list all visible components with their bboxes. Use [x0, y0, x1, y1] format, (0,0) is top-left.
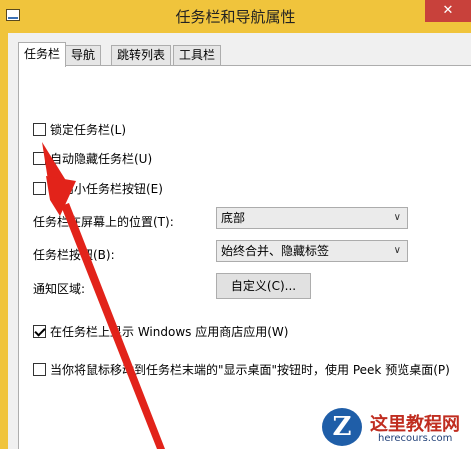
taskbar-position-value: 底部	[221, 211, 246, 225]
tab-toolbars[interactable]: 工具栏	[173, 45, 222, 66]
title-bar[interactable]: 任务栏和导航属性 ✕	[0, 0, 471, 33]
taskbar-position-label: 任务栏在屏幕上的位置(T):	[33, 215, 174, 229]
store-apps-label: 在任务栏上显示 Windows 应用商店应用(W)	[50, 325, 289, 339]
autohide-taskbar-checkbox[interactable]	[33, 152, 46, 165]
tab-navigation[interactable]: 导航	[65, 45, 102, 66]
taskbar-buttons-select[interactable]: 始终合并、隐藏标签 ∨	[216, 240, 408, 262]
store-apps-checkbox[interactable]	[33, 325, 46, 338]
tab-jumplists[interactable]: 跳转列表	[111, 45, 172, 66]
lock-taskbar-checkbox[interactable]	[33, 123, 46, 136]
chevron-down-icon: ∨	[393, 245, 401, 256]
taskbar-position-select[interactable]: 底部 ∨	[216, 207, 408, 229]
autohide-taskbar-label: 自动隐藏任务栏(U)	[50, 152, 153, 166]
chevron-down-icon: ∨	[393, 212, 401, 223]
taskbar-buttons-label: 任务栏按钮(B):	[33, 248, 115, 262]
close-button[interactable]: ✕	[425, 0, 471, 22]
tab-taskbar[interactable]: 任务栏	[18, 42, 67, 67]
peek-label: 当你将鼠标移动到任务栏末端的"显示桌面"按钮时，使用 Peek 预览桌面(P)	[50, 363, 450, 377]
taskbar-buttons-value: 始终合并、隐藏标签	[221, 244, 330, 258]
window-title: 任务栏和导航属性	[175, 8, 296, 26]
watermark: Z 这里教程网 herecours.com	[322, 408, 471, 449]
small-buttons-label: 使用小任务栏按钮(E)	[50, 182, 163, 196]
lock-taskbar-label: 锁定任务栏(L)	[50, 123, 127, 137]
dialog-window: 任务栏和导航属性 ✕ 任务栏 导航 跳转列表 工具栏 锁定任务栏(L) 自动隐藏…	[0, 0, 471, 449]
client-area: 任务栏 导航 跳转列表 工具栏 锁定任务栏(L) 自动隐藏任务栏(U) 使用小任…	[8, 33, 471, 449]
notification-area-label: 通知区域:	[33, 282, 86, 296]
tab-panel-taskbar: 锁定任务栏(L) 自动隐藏任务栏(U) 使用小任务栏按钮(E) 任务栏在屏幕上的…	[18, 65, 471, 449]
peek-checkbox[interactable]	[33, 363, 46, 376]
watermark-url: herecours.com	[378, 433, 453, 444]
small-buttons-checkbox[interactable]	[33, 182, 46, 195]
watermark-logo: Z	[322, 408, 362, 446]
customize-button[interactable]: 自定义(C)...	[216, 273, 311, 299]
